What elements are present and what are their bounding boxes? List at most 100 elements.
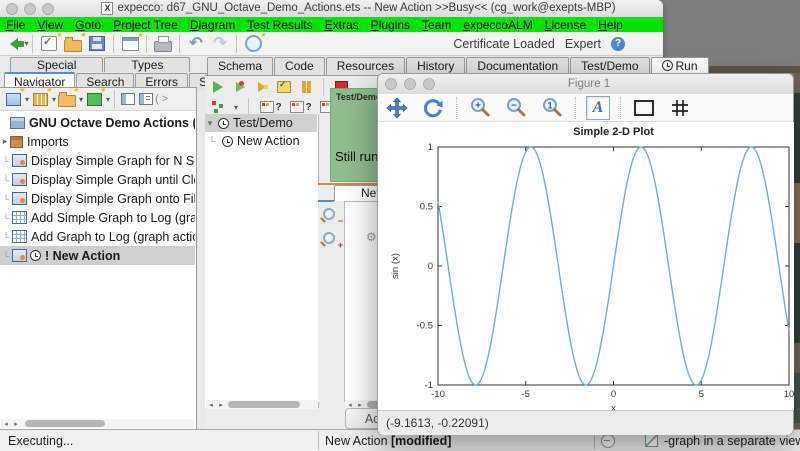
wallpaper-block [794,373,800,423]
splitter-knob[interactable] [601,434,615,448]
back-history-button[interactable]: ▾ [4,34,28,54]
print-button[interactable] [151,34,175,54]
scroll-thumb[interactable] [25,420,105,427]
menu-project-tree[interactable]: Project Tree [107,18,184,32]
menu-extras[interactable]: Extras [319,18,365,32]
tab-code[interactable]: Code [274,57,325,75]
menu-goto[interactable]: Goto [69,18,107,32]
undo-button[interactable]: ↶ [184,34,208,54]
tab-special[interactable]: Special [10,57,103,72]
tree-item-new-action[interactable]: └New Action [205,132,317,150]
menu-diagram[interactable]: Diagram [184,18,241,32]
play-icon [213,81,223,93]
scroll-left-arrow[interactable]: ◂ [1,420,11,428]
window-close-button[interactable] [385,78,397,90]
scroll-left-arrow[interactable]: ◂ [206,401,216,409]
scroll-right-arrow[interactable]: ▸ [216,401,226,409]
tree-item-imports[interactable]: ▸Imports [0,132,195,151]
menu-team[interactable]: Team [416,18,457,32]
zoom-original-tool-button[interactable]: 1 [539,96,565,120]
y-axis-label: sin (x) [390,253,401,279]
svg-text:+: + [475,100,481,111]
scroll-thumb[interactable] [228,401,300,408]
star-icon: ★ [73,88,79,94]
menu-expeccoalm[interactable]: expeccoALM [457,18,538,32]
new-list-button[interactable]: ★ [29,89,51,109]
tree-item-gnu-octave-demo-actions-d6[interactable]: GNU Octave Demo Actions (d6 [0,113,195,132]
zoom-in-magnifier-button[interactable]: + [323,232,341,248]
menu-plugins[interactable]: Plugins [365,18,416,32]
tree-item-display-simple-graph-until-clo[interactable]: └Display Simple Graph until Clo [0,170,195,189]
zoom-out-magnifier-button[interactable]: − [323,208,341,224]
tree-item-test-demo[interactable]: ▾Test/Demo [205,114,317,132]
pause-button[interactable] [297,77,315,97]
printer-icon [154,41,172,52]
gear-icon[interactable]: ⚙ [366,230,377,244]
scroll-track[interactable] [226,401,317,408]
pane-view-button[interactable] [119,89,137,109]
step-into-button[interactable] [253,77,271,97]
zoom-rect-tool-button[interactable] [631,96,657,120]
tree-expander-icon[interactable]: ▸ [0,136,10,147]
window-close-button[interactable] [6,3,18,15]
menu-file[interactable]: File [0,18,31,32]
main-toolbar: ▾ ★ ★ ★ ↶ ↷ ★ Certificate Loaded Expert … [0,32,663,56]
redo-arrow-icon: ↷ [213,36,226,52]
undo-arrow-icon: ↶ [189,36,202,52]
tree-item-label: ! New Action [45,249,120,263]
menu-view[interactable]: View [31,18,69,32]
new-action-button[interactable]: ★ [2,89,24,109]
tree-item-add-graph-to-log-graph-action[interactable]: └Add Graph to Log (graph action [0,227,195,246]
run-tree-hscrollbar[interactable]: ◂▸ [206,400,317,409]
grid-toggle-button[interactable] [667,96,693,120]
figure-title-bar: Figure 1 [378,74,793,95]
navigator-hscrollbar[interactable]: ◂▸ [1,419,194,428]
tree-item-add-simple-graph-to-log-grap[interactable]: └Add Simple Graph to Log (grap [0,208,195,227]
collapse-glyph[interactable]: ( > [155,93,168,105]
help-icon[interactable]: ? [611,37,625,51]
open-project-button[interactable]: ★ [61,34,85,54]
new-test-item-button[interactable]: ★ [37,34,61,54]
insert-text-tool-button[interactable]: A [586,96,610,120]
redo-button[interactable]: ↷ [208,34,232,54]
status-executing: Executing... [8,430,308,451]
save-project-button[interactable] [85,34,109,54]
expert-mode-label: Expert [565,37,601,51]
status-item-name: New Action [325,434,388,448]
new-window-button[interactable]: ★ [118,34,142,54]
new-green-item-button[interactable]: ★ [83,89,105,109]
plot-area[interactable]: Simple 2-D Plot-10-50510-1-0.500.51xsin … [378,122,794,410]
menu-license[interactable]: License [539,18,592,32]
menu-help[interactable]: Help [592,18,629,32]
scroll-track[interactable] [21,420,194,427]
zoom-in-tool-button[interactable]: + [467,96,493,120]
menu-test-results[interactable]: Test Results [241,18,318,32]
window-maximize-button[interactable] [423,78,435,90]
run-checked-button[interactable] [275,77,293,97]
rotate-tool-button[interactable] [420,96,446,120]
folder-icon [58,95,76,107]
window-minimize-button[interactable] [404,78,416,90]
window-minimize-button[interactable] [24,3,36,15]
pane-list-view-button[interactable] [137,89,155,109]
run-button[interactable] [209,77,227,97]
tree-expander-icon[interactable]: ▾ [205,118,215,129]
action-icon [12,154,27,167]
tree-item-display-simple-graph-for-n-se[interactable]: └Display Simple Graph for N Se [0,151,195,170]
question-mark-icon: ? [275,102,281,113]
reload-settings-button[interactable]: ★ [241,34,265,54]
zoom-out-tool-button[interactable]: − [503,96,529,120]
pan-tool-button[interactable] [384,96,410,120]
tree-item-new-action[interactable]: └! New Action [0,246,195,265]
tab-schema[interactable]: Schema [207,57,273,75]
chevron-down-icon[interactable]: ▾ [234,103,238,112]
tab-types[interactable]: Types [104,57,190,72]
new-folder-button[interactable]: ★ [56,89,78,109]
window-maximize-button[interactable] [42,3,54,15]
action-icon [12,249,27,262]
debug-run-button[interactable] [231,77,249,97]
tree-item-display-simple-graph-onto-file[interactable]: └Display Simple Graph onto File [0,189,195,208]
tree-item-label: GNU Octave Demo Actions (d6 [29,116,195,130]
chevron-down-icon[interactable]: ▾ [106,95,110,104]
scroll-right-arrow[interactable]: ▸ [11,420,21,428]
